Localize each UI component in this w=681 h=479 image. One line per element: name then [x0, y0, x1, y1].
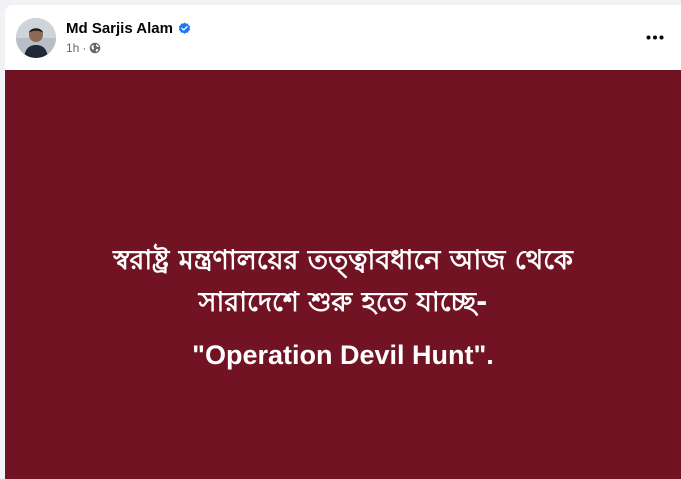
post-image-line-2: সারাদেশে শুরু হতে যাচ্ছে- [198, 287, 488, 318]
author-name-row: Md Sarjis Alam [66, 20, 191, 37]
post-image[interactable]: স্বরাষ্ট্র মন্ত্রণালয়ের তত্ত্বাবধানে আজ… [5, 70, 681, 479]
verified-badge-icon [178, 22, 191, 35]
author-name[interactable]: Md Sarjis Alam [66, 20, 173, 37]
more-options-button[interactable] [643, 27, 667, 47]
post-image-line-1: স্বরাষ্ট্র মন্ত্রণালয়ের তত্ত্বাবধানে আজ… [113, 245, 573, 276]
author-avatar[interactable] [16, 18, 56, 58]
post-image-line-3: "Operation Devil Hunt". [192, 340, 494, 370]
post-image-bengali-text: স্বরাষ্ট্র মন্ত্রণালয়ের তত্ত্বাবধানে আজ… [5, 240, 681, 324]
avatar-photo [16, 18, 56, 58]
globe-icon[interactable] [89, 42, 101, 54]
post-timestamp[interactable]: 1h [66, 41, 79, 55]
post-header: Md Sarjis Alam 1h · [5, 5, 681, 70]
feed-post: Md Sarjis Alam 1h · স্বরাষ্ট্র মন্ত্রণাল… [5, 5, 681, 479]
more-horizontal-icon [646, 35, 664, 39]
meta-separator: · [82, 41, 87, 55]
post-meta: 1h · [66, 41, 101, 55]
